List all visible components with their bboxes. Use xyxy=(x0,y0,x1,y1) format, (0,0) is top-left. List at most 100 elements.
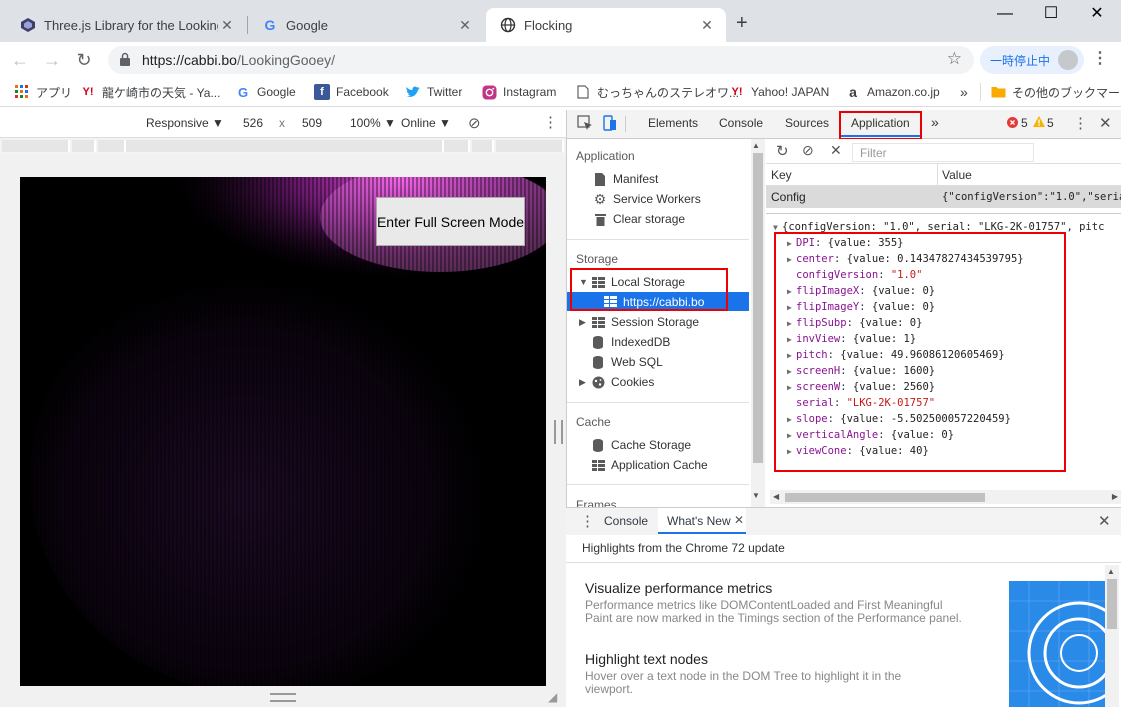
row-value: {"configVersion":"1.0","serial"... xyxy=(942,191,1121,203)
drawer-tab-whats-new[interactable]: What's New xyxy=(667,514,731,528)
maximize-icon[interactable]: ☐ xyxy=(1028,0,1074,30)
browser-tab-google[interactable]: G Google ✕ xyxy=(248,8,484,42)
viewport-height-input[interactable]: 509 xyxy=(302,116,322,130)
gear-icon: ⚙ xyxy=(593,190,607,207)
close-tab-icon[interactable]: ✕ xyxy=(218,16,236,34)
more-tabs-button[interactable]: » xyxy=(931,114,939,130)
sidebar-item-session-storage[interactable]: ▶ Session Storage xyxy=(579,315,699,329)
tab-elements[interactable]: Elements xyxy=(648,116,698,130)
clear-all-icon[interactable]: ⊘ xyxy=(802,142,814,159)
column-key-header[interactable]: Key xyxy=(771,168,792,182)
bookmark-instagram[interactable]: Instagram xyxy=(481,83,556,101)
tab-sources[interactable]: Sources xyxy=(785,116,829,130)
globe-icon xyxy=(500,17,516,33)
resize-handle-bottom[interactable] xyxy=(270,693,296,702)
refresh-icon[interactable]: ↻ xyxy=(776,142,789,160)
sidebar-item-application-cache[interactable]: Application Cache xyxy=(591,458,708,472)
fullscreen-button[interactable]: Enter Full Screen Mode xyxy=(376,197,525,246)
device-toggle-icon[interactable] xyxy=(601,115,617,134)
bookmark-yahoo-japan[interactable]: Y! Yahoo! JAPAN xyxy=(729,83,830,101)
error-icon xyxy=(1007,117,1018,131)
address-bar[interactable]: https://cabbi.bo/LookingGooey/ ☆ xyxy=(108,46,974,74)
bookmark-google[interactable]: G Google xyxy=(235,83,296,101)
devtools-menu-icon[interactable]: ⋮ xyxy=(1073,114,1088,132)
delete-selected-icon[interactable]: ✕ xyxy=(830,142,842,159)
tab-title: Google xyxy=(286,17,328,33)
drawer-tab-console[interactable]: Console xyxy=(604,514,648,528)
section-application: Application xyxy=(576,149,635,163)
table-icon xyxy=(591,316,605,329)
avatar xyxy=(1058,50,1078,70)
profile-paused-button[interactable]: 一時停止中 xyxy=(980,46,1084,74)
bookmark-other[interactable]: その他のブックマーク xyxy=(990,83,1121,101)
bookmark-facebook[interactable]: f Facebook xyxy=(314,83,389,101)
minimize-icon[interactable]: — xyxy=(982,0,1028,30)
error-count[interactable]: 5 xyxy=(1021,116,1028,130)
resize-handle-right[interactable] xyxy=(554,420,563,444)
drawer-menu-icon[interactable]: ⋮ xyxy=(580,512,595,530)
database-icon xyxy=(591,335,605,349)
network-throttle-select[interactable]: Online ▼ xyxy=(401,116,451,130)
section-cache: Cache xyxy=(576,415,611,429)
warning-count[interactable]: 5 xyxy=(1047,116,1054,130)
tab-console[interactable]: Console xyxy=(719,116,763,130)
device-mode-select[interactable]: Responsive ▼ xyxy=(146,116,224,130)
bookmarks-overflow-button[interactable]: » xyxy=(960,83,968,101)
sidebar-item-manifest[interactable]: Manifest xyxy=(593,172,658,186)
bookmark-twitter[interactable]: Twitter xyxy=(405,83,462,101)
browser-tab-threejs[interactable]: Three.js Library for the Looking G ✕ xyxy=(6,8,246,42)
sidebar-item-clear-storage[interactable]: Clear storage xyxy=(593,212,685,226)
media-query-ruler[interactable] xyxy=(0,138,566,154)
rotate-icon[interactable]: ⊘ xyxy=(468,114,481,132)
sidebar-item-indexeddb[interactable]: IndexedDB xyxy=(591,335,670,349)
column-value-header[interactable]: Value xyxy=(942,168,972,182)
section-storage: Storage xyxy=(576,252,619,266)
row-key: Config xyxy=(771,190,806,204)
yahoo-icon: Y! xyxy=(82,86,94,98)
drawer-scrollbar[interactable]: ▲ xyxy=(1105,565,1119,707)
chrome-menu-icon[interactable]: ⋮ xyxy=(1092,48,1108,72)
bookmark-apps[interactable]: アプリ xyxy=(14,83,72,101)
table-row[interactable]: Config {"configVersion":"1.0","serial"..… xyxy=(766,186,1121,208)
bookmark-amazon[interactable]: a Amazon.co.jp xyxy=(845,83,940,101)
reload-icon[interactable]: ↻ xyxy=(72,48,96,72)
sidebar-item-cache-storage[interactable]: Cache Storage xyxy=(591,438,691,452)
inspect-element-icon[interactable] xyxy=(577,115,593,134)
trash-icon xyxy=(593,213,607,226)
horizontal-scrollbar[interactable]: ◀ ▶ xyxy=(770,490,1121,504)
forward-arrow-icon[interactable]: → xyxy=(40,48,64,72)
sidebar-item-web-sql[interactable]: Web SQL xyxy=(591,355,663,369)
close-tab-icon[interactable]: ✕ xyxy=(698,16,716,34)
devtools-close-icon[interactable]: ✕ xyxy=(1099,114,1112,132)
bookmark-weather[interactable]: Y! 龍ケ崎市の天気 - Ya... xyxy=(80,83,221,101)
folder-icon xyxy=(990,84,1006,100)
tab-title: Three.js Library for the Looking G xyxy=(44,17,218,33)
amazon-icon: a xyxy=(849,84,857,100)
new-tab-button[interactable]: + xyxy=(736,12,748,35)
page-icon xyxy=(575,84,591,100)
flocking-canvas[interactable] xyxy=(20,177,546,686)
close-whats-new-icon[interactable]: ✕ xyxy=(734,513,744,527)
device-options-icon[interactable]: ⋮ xyxy=(543,113,558,131)
expand-right-icon: ▶ xyxy=(579,316,586,327)
feature-title: Visualize performance metrics xyxy=(585,580,773,596)
cookie-icon xyxy=(591,376,605,389)
bookmark-star-icon[interactable]: ☆ xyxy=(947,49,962,69)
resize-corner-icon[interactable]: ◢ xyxy=(548,690,557,704)
google-icon: G xyxy=(264,17,276,33)
bookmark-stereo[interactable]: むっちゃんのステレオワ... xyxy=(575,83,739,101)
sidebar-scrollbar[interactable]: ▲ ▼ xyxy=(751,139,765,507)
drawer-close-icon[interactable]: ✕ xyxy=(1098,512,1111,530)
bookmarks-bar: アプリ Y! 龍ケ崎市の天気 - Ya... G Google f Facebook … xyxy=(0,78,1121,107)
zoom-select[interactable]: 100% ▼ xyxy=(350,116,396,130)
window-close-icon[interactable]: ✕ xyxy=(1074,0,1120,30)
viewport-width-input[interactable]: 526 xyxy=(243,116,263,130)
database-icon xyxy=(591,355,605,369)
back-arrow-icon[interactable]: ← xyxy=(8,48,32,72)
filter-input[interactable]: Filter xyxy=(852,143,1034,162)
browser-toolbar: ← → ↻ https://cabbi.bo/LookingGooey/ ☆ 一… xyxy=(0,42,1121,78)
sidebar-item-service-workers[interactable]: ⚙ Service Workers xyxy=(593,190,701,207)
sidebar-item-cookies[interactable]: ▶ Cookies xyxy=(579,375,654,389)
close-tab-icon[interactable]: ✕ xyxy=(456,16,474,34)
browser-tab-flocking[interactable]: Flocking ✕ xyxy=(486,8,726,42)
